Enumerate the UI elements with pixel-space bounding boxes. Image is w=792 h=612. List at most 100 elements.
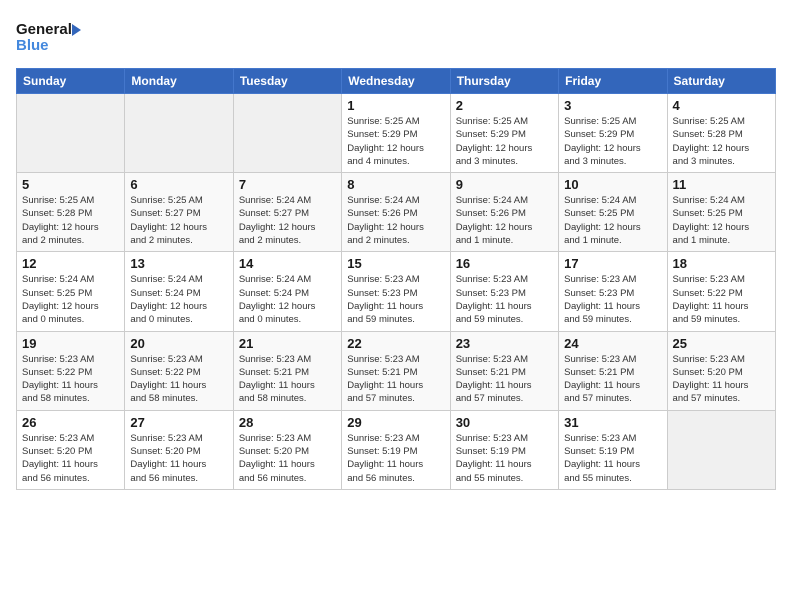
- day-number: 20: [130, 336, 227, 351]
- day-number: 23: [456, 336, 553, 351]
- day-info: Sunrise: 5:24 AM Sunset: 5:24 PM Dayligh…: [130, 273, 227, 326]
- calendar-cell: 20 Sunrise: 5:23 AM Sunset: 5:22 PM Dayli…: [125, 331, 233, 410]
- calendar-cell: 27Sunrise: 5:23 AM Sunset: 5:20 PM Dayli…: [125, 410, 233, 489]
- day-info: Sunrise: 5:24 AM Sunset: 5:24 PM Dayligh…: [239, 273, 336, 326]
- day-number: 21: [239, 336, 336, 351]
- calendar-cell: 16Sunrise: 5:23 AM Sunset: 5:23 PM Dayli…: [450, 252, 558, 331]
- day-number: 26: [22, 415, 119, 430]
- day-number: 22: [347, 336, 444, 351]
- day-info: Sunrise: 5:24 AM Sunset: 5:27 PM Dayligh…: [239, 194, 336, 247]
- calendar-cell: 13 Sunrise: 5:24 AM Sunset: 5:24 PM Dayli…: [125, 252, 233, 331]
- calendar-cell: 1 Sunrise: 5:25 AM Sunset: 5:29 PM Daylig…: [342, 94, 450, 173]
- calendar-cell: 30 Sunrise: 5:23 AM Sunset: 5:19 PM Dayli…: [450, 410, 558, 489]
- day-info: Sunrise: 5:23 AM Sunset: 5:23 PM Dayligh…: [347, 273, 444, 326]
- calendar-week-row: 1 Sunrise: 5:25 AM Sunset: 5:29 PM Daylig…: [17, 94, 776, 173]
- svg-text:Blue: Blue: [16, 37, 49, 54]
- weekday-header: Friday: [559, 69, 667, 94]
- day-number: 1: [347, 98, 444, 113]
- calendar-cell: 12 Sunrise: 5:24 AM Sunset: 5:25 PM Dayli…: [17, 252, 125, 331]
- header: GeneralBlue: [16, 16, 776, 56]
- day-info: Sunrise: 5:23 AM Sunset: 5:22 PM Dayligh…: [130, 353, 227, 406]
- weekday-header: Tuesday: [233, 69, 341, 94]
- day-number: 14: [239, 256, 336, 271]
- calendar-cell: 7 Sunrise: 5:24 AM Sunset: 5:27 PM Daylig…: [233, 173, 341, 252]
- logo: GeneralBlue: [16, 16, 86, 56]
- calendar-cell: 15 Sunrise: 5:23 AM Sunset: 5:23 PM Dayli…: [342, 252, 450, 331]
- calendar-cell: 10 Sunrise: 5:24 AM Sunset: 5:25 PM Dayli…: [559, 173, 667, 252]
- day-number: 24: [564, 336, 661, 351]
- calendar-week-row: 12 Sunrise: 5:24 AM Sunset: 5:25 PM Dayli…: [17, 252, 776, 331]
- calendar-cell: 8 Sunrise: 5:24 AM Sunset: 5:26 PM Daylig…: [342, 173, 450, 252]
- calendar-cell: [667, 410, 775, 489]
- weekday-header: Sunday: [17, 69, 125, 94]
- weekday-header: Saturday: [667, 69, 775, 94]
- day-info: Sunrise: 5:25 AM Sunset: 5:28 PM Dayligh…: [673, 115, 770, 168]
- day-number: 2: [456, 98, 553, 113]
- calendar-cell: 4 Sunrise: 5:25 AM Sunset: 5:28 PM Daylig…: [667, 94, 775, 173]
- weekday-header: Wednesday: [342, 69, 450, 94]
- day-info: Sunrise: 5:23 AM Sunset: 5:21 PM Dayligh…: [564, 353, 661, 406]
- calendar-cell: [233, 94, 341, 173]
- calendar-cell: 3Sunrise: 5:25 AM Sunset: 5:29 PM Daylig…: [559, 94, 667, 173]
- calendar-cell: 6 Sunrise: 5:25 AM Sunset: 5:27 PM Daylig…: [125, 173, 233, 252]
- day-info: Sunrise: 5:25 AM Sunset: 5:28 PM Dayligh…: [22, 194, 119, 247]
- day-info: Sunrise: 5:23 AM Sunset: 5:19 PM Dayligh…: [564, 432, 661, 485]
- calendar-cell: 5 Sunrise: 5:25 AM Sunset: 5:28 PM Daylig…: [17, 173, 125, 252]
- calendar-week-row: 19 Sunrise: 5:23 AM Sunset: 5:22 PM Dayli…: [17, 331, 776, 410]
- calendar-header-row: SundayMondayTuesdayWednesdayThursdayFrid…: [17, 69, 776, 94]
- day-number: 5: [22, 177, 119, 192]
- day-info: Sunrise: 5:25 AM Sunset: 5:29 PM Dayligh…: [347, 115, 444, 168]
- calendar-week-row: 5 Sunrise: 5:25 AM Sunset: 5:28 PM Daylig…: [17, 173, 776, 252]
- day-info: Sunrise: 5:23 AM Sunset: 5:21 PM Dayligh…: [347, 353, 444, 406]
- calendar-cell: [17, 94, 125, 173]
- calendar: SundayMondayTuesdayWednesdayThursdayFrid…: [16, 68, 776, 490]
- calendar-cell: 9 Sunrise: 5:24 AM Sunset: 5:26 PM Daylig…: [450, 173, 558, 252]
- day-info: Sunrise: 5:24 AM Sunset: 5:25 PM Dayligh…: [673, 194, 770, 247]
- day-number: 15: [347, 256, 444, 271]
- day-info: Sunrise: 5:23 AM Sunset: 5:22 PM Dayligh…: [22, 353, 119, 406]
- day-number: 13: [130, 256, 227, 271]
- calendar-cell: 21 Sunrise: 5:23 AM Sunset: 5:21 PM Dayli…: [233, 331, 341, 410]
- day-info: Sunrise: 5:23 AM Sunset: 5:20 PM Dayligh…: [673, 353, 770, 406]
- day-info: Sunrise: 5:23 AM Sunset: 5:21 PM Dayligh…: [456, 353, 553, 406]
- day-number: 3: [564, 98, 661, 113]
- day-number: 18: [673, 256, 770, 271]
- day-number: 4: [673, 98, 770, 113]
- calendar-cell: 18Sunrise: 5:23 AM Sunset: 5:22 PM Dayli…: [667, 252, 775, 331]
- day-number: 17: [564, 256, 661, 271]
- calendar-cell: 23 Sunrise: 5:23 AM Sunset: 5:21 PM Dayli…: [450, 331, 558, 410]
- svg-text:General: General: [16, 21, 72, 38]
- calendar-cell: 17 Sunrise: 5:23 AM Sunset: 5:23 PM Dayli…: [559, 252, 667, 331]
- day-info: Sunrise: 5:23 AM Sunset: 5:20 PM Dayligh…: [22, 432, 119, 485]
- day-info: Sunrise: 5:25 AM Sunset: 5:27 PM Dayligh…: [130, 194, 227, 247]
- calendar-cell: 14 Sunrise: 5:24 AM Sunset: 5:24 PM Dayli…: [233, 252, 341, 331]
- calendar-cell: 19 Sunrise: 5:23 AM Sunset: 5:22 PM Dayli…: [17, 331, 125, 410]
- logo-icon: GeneralBlue: [16, 16, 86, 56]
- weekday-header: Monday: [125, 69, 233, 94]
- day-number: 19: [22, 336, 119, 351]
- day-info: Sunrise: 5:24 AM Sunset: 5:25 PM Dayligh…: [564, 194, 661, 247]
- day-info: Sunrise: 5:24 AM Sunset: 5:26 PM Dayligh…: [456, 194, 553, 247]
- day-number: 6: [130, 177, 227, 192]
- day-info: Sunrise: 5:24 AM Sunset: 5:26 PM Dayligh…: [347, 194, 444, 247]
- day-number: 10: [564, 177, 661, 192]
- day-info: Sunrise: 5:23 AM Sunset: 5:21 PM Dayligh…: [239, 353, 336, 406]
- weekday-header: Thursday: [450, 69, 558, 94]
- day-info: Sunrise: 5:24 AM Sunset: 5:25 PM Dayligh…: [22, 273, 119, 326]
- day-info: Sunrise: 5:23 AM Sunset: 5:23 PM Dayligh…: [564, 273, 661, 326]
- calendar-cell: 24 Sunrise: 5:23 AM Sunset: 5:21 PM Dayli…: [559, 331, 667, 410]
- day-info: Sunrise: 5:25 AM Sunset: 5:29 PM Dayligh…: [456, 115, 553, 168]
- day-number: 29: [347, 415, 444, 430]
- calendar-week-row: 26 Sunrise: 5:23 AM Sunset: 5:20 PM Dayli…: [17, 410, 776, 489]
- day-number: 9: [456, 177, 553, 192]
- day-number: 25: [673, 336, 770, 351]
- day-number: 7: [239, 177, 336, 192]
- day-number: 12: [22, 256, 119, 271]
- calendar-cell: 2 Sunrise: 5:25 AM Sunset: 5:29 PM Daylig…: [450, 94, 558, 173]
- day-info: Sunrise: 5:23 AM Sunset: 5:19 PM Dayligh…: [456, 432, 553, 485]
- day-info: Sunrise: 5:23 AM Sunset: 5:20 PM Dayligh…: [239, 432, 336, 485]
- day-number: 30: [456, 415, 553, 430]
- calendar-cell: 31Sunrise: 5:23 AM Sunset: 5:19 PM Dayli…: [559, 410, 667, 489]
- day-info: Sunrise: 5:23 AM Sunset: 5:20 PM Dayligh…: [130, 432, 227, 485]
- day-number: 8: [347, 177, 444, 192]
